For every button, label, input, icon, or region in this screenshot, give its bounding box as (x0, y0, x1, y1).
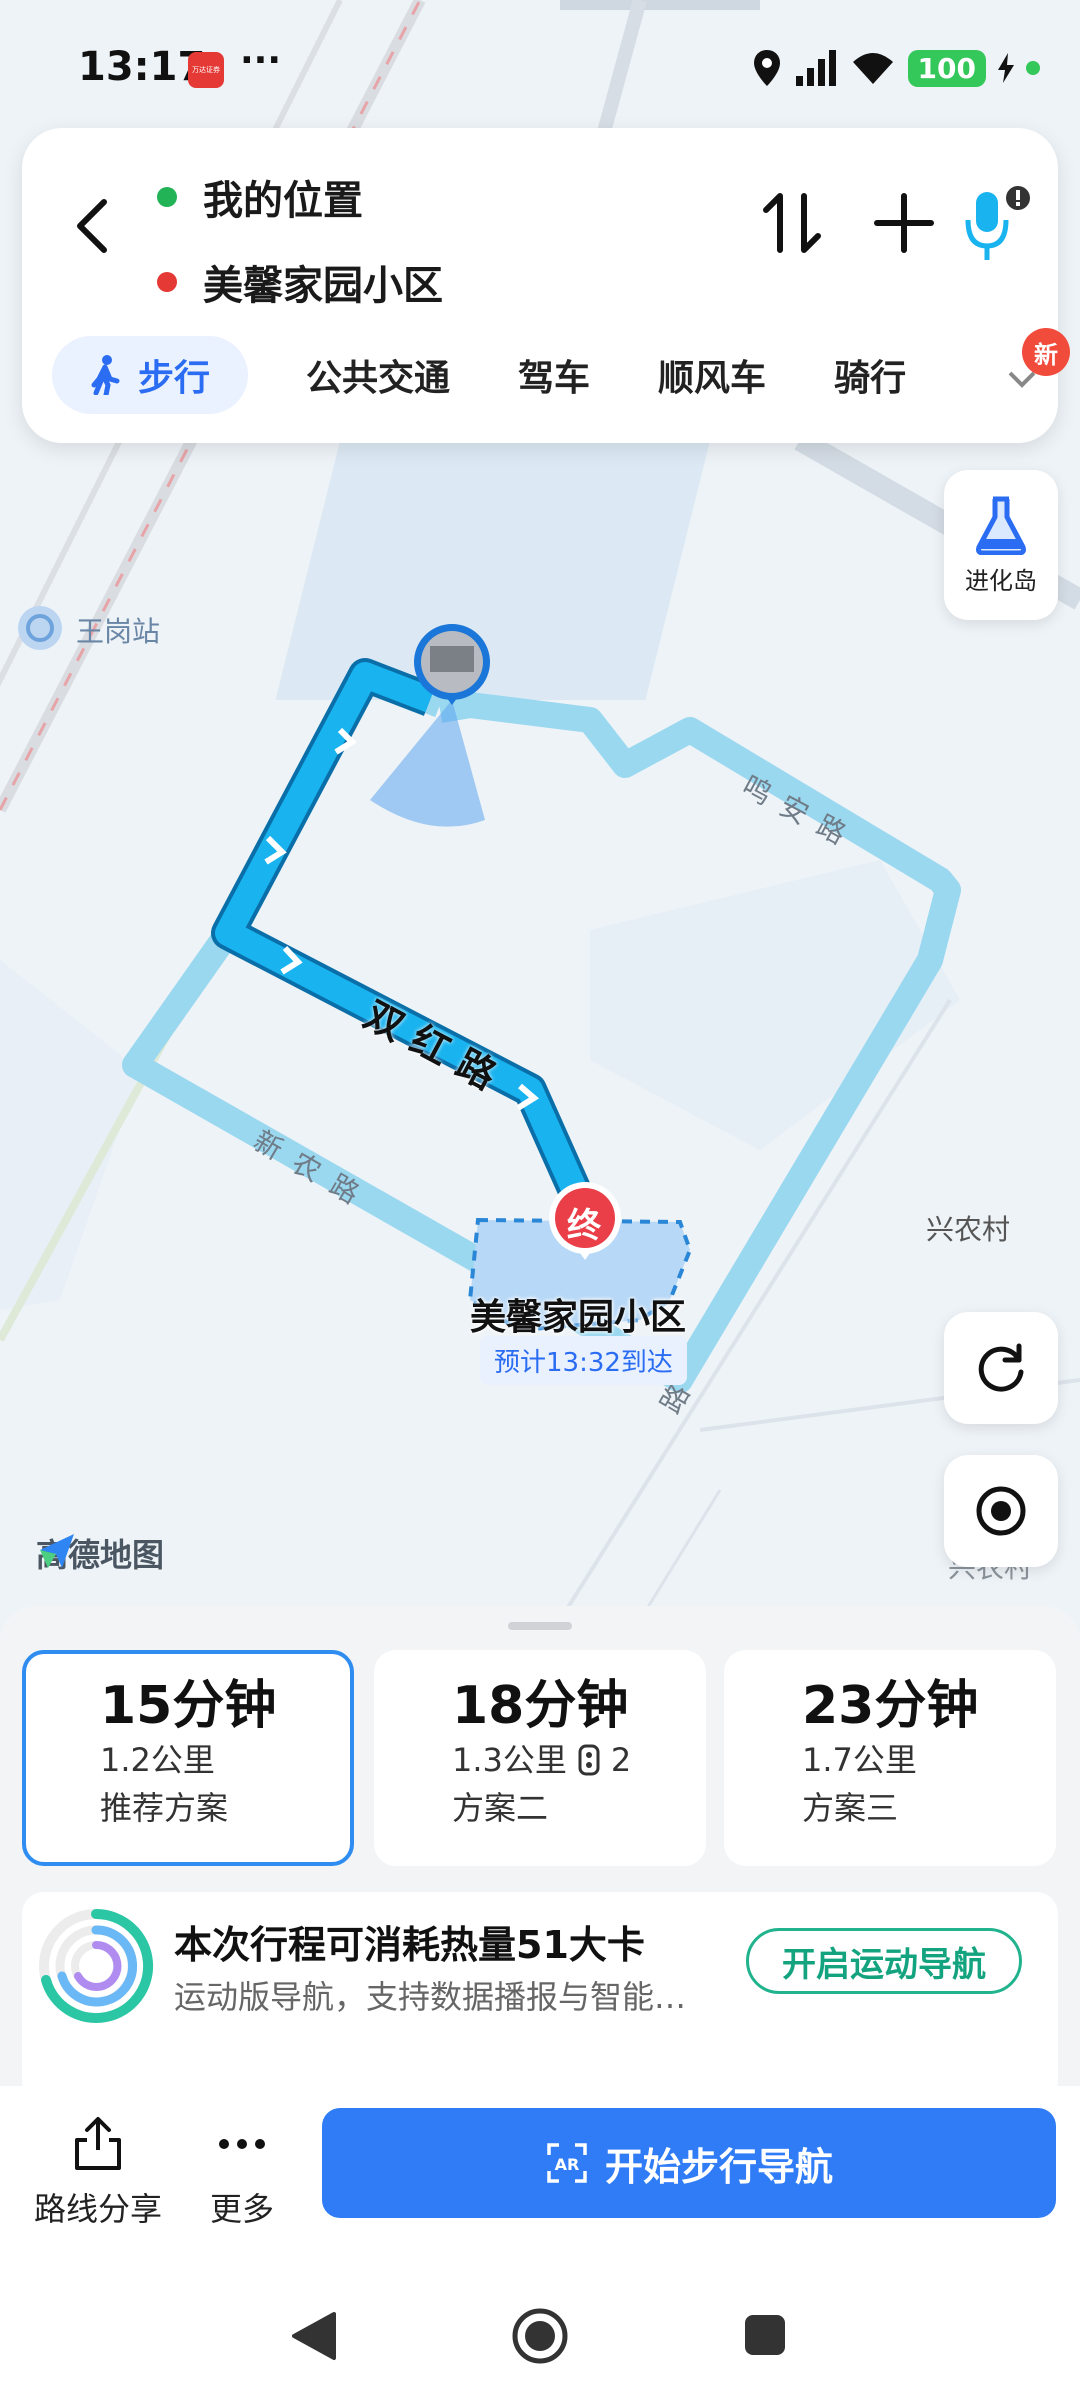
flask-icon (976, 496, 1026, 555)
status-more: ··· (240, 40, 282, 81)
back-icon[interactable] (64, 196, 124, 256)
tab-drive[interactable]: 驾车 (494, 336, 614, 414)
route-search-card: 我的位置 美馨家园小区 步行 公共交通 驾车 顺风车 骑行 新 (22, 128, 1070, 443)
destination-dot (157, 272, 177, 292)
origin-dot (157, 187, 177, 207)
travel-mode-tabs: 步行 公共交通 驾车 顺风车 骑行 (52, 336, 930, 414)
wifi-icon (852, 53, 893, 84)
destination-row[interactable]: 美馨家园小区 (157, 253, 443, 311)
tab-ride[interactable]: 骑行 (810, 336, 930, 414)
route-2-distance: 1.3公里 (452, 1741, 567, 1779)
start-walk-navigation-button[interactable]: AR 开始步行导航 (322, 2108, 1056, 2218)
share-route-button[interactable]: 路线分享 (34, 2116, 162, 2230)
eta-label: 预计13:32到达 (480, 1336, 687, 1385)
system-navigation-bar (0, 2270, 1080, 2400)
calorie-ring-icon (39, 1909, 154, 2023)
route-option-1[interactable]: 15分钟 1.2公里 推荐方案 (22, 1650, 354, 1866)
privacy-dot (1026, 61, 1040, 75)
swap-icon[interactable] (762, 190, 822, 256)
route-3-time: 23分钟 (802, 1676, 979, 1736)
share-route-label: 路线分享 (34, 2190, 163, 2228)
location-icon (753, 50, 780, 86)
ar-icon: AR (547, 2143, 587, 2183)
tab-carpool[interactable]: 顺风车 (634, 336, 790, 414)
route-2-time: 18分钟 (452, 1676, 629, 1736)
more-label: 更多 (210, 2190, 275, 2228)
route-3-distance: 1.7公里 (802, 1741, 917, 1779)
water-area (275, 440, 711, 700)
route-1-time: 15分钟 (100, 1676, 277, 1736)
sport-navigation-button[interactable]: 开启运动导航 (746, 1928, 1022, 1994)
add-waypoint-icon[interactable] (872, 190, 936, 256)
locate-button[interactable] (944, 1455, 1058, 1567)
route-option-3[interactable]: 23分钟 1.7公里 方案三 (724, 1650, 1056, 1866)
gaode-logo-icon (40, 1534, 74, 1568)
nav-home-icon[interactable] (510, 2306, 570, 2366)
route-1-tag: 推荐方案 (100, 1789, 229, 1827)
origin-label: 我的位置 (203, 178, 363, 224)
evolution-island-button[interactable]: 进化岛 (944, 470, 1058, 620)
route-option-2[interactable]: 18分钟 1.3公里 2 方案二 (374, 1650, 706, 1866)
route-3-tag: 方案三 (802, 1789, 899, 1827)
more-button[interactable]: 更多 (210, 2116, 274, 2230)
destination-marker-label: 终 (567, 1206, 601, 1246)
destination-name-label: 美馨家园小区 (470, 1297, 687, 1338)
block-area-2 (0, 960, 140, 1310)
status-bar: 13:17 万达证券 ··· 100 (0, 0, 1080, 130)
more-dots-icon (219, 2139, 265, 2149)
tab-transit[interactable]: 公共交通 (282, 336, 474, 414)
refresh-button[interactable] (944, 1312, 1058, 1424)
traffic-light-icon (578, 1744, 600, 1776)
tab-walk-label: 步行 (138, 358, 211, 399)
nav-back-icon[interactable] (290, 2310, 338, 2362)
sheet-handle[interactable] (508, 1622, 572, 1630)
charging-icon (998, 53, 1014, 83)
gaode-logo: 高德地图 (36, 1530, 164, 1576)
route-2-tag: 方案二 (452, 1789, 549, 1827)
voice-assistant-icon[interactable] (962, 184, 1032, 264)
locate-icon (976, 1486, 1026, 1536)
walk-icon (91, 355, 120, 395)
origin-row[interactable]: 我的位置 (157, 168, 363, 226)
calorie-promo-card[interactable]: 本次行程可消耗热量51大卡 运动版导航，支持数据播报与智能… 开启运动导航 (22, 1892, 1058, 2102)
promo-title: 本次行程可消耗热量51大卡 (174, 1923, 645, 1967)
village-label: 兴农村 (926, 1213, 1011, 1246)
promo-subtitle: 运动版导航，支持数据播报与智能… (174, 1978, 687, 2016)
refresh-icon (978, 1343, 1024, 1392)
start-walk-navigation-label: 开始步行导航 (604, 2144, 833, 2189)
battery-indicator: 100 (907, 49, 986, 87)
station-label[interactable]: 王岗站 (76, 610, 160, 650)
route-2-lights: 2 (610, 1741, 632, 1779)
new-badge: 新 (1022, 328, 1070, 376)
signal-icon (795, 50, 836, 86)
tab-walk[interactable]: 步行 (52, 336, 249, 414)
route-1-distance: 1.2公里 (100, 1741, 215, 1779)
share-icon (75, 2117, 121, 2170)
chevron-down-icon[interactable] (1007, 370, 1037, 390)
app-notification-icon: 万达证券 (188, 52, 224, 88)
status-time: 13:17 (78, 44, 206, 90)
heading-beam (370, 700, 485, 827)
evolution-island-label: 进化岛 (965, 566, 1037, 595)
svg-text:AR: AR (555, 2155, 580, 2174)
nav-recents-icon[interactable] (742, 2312, 788, 2358)
destination-label: 美馨家园小区 (203, 263, 443, 309)
